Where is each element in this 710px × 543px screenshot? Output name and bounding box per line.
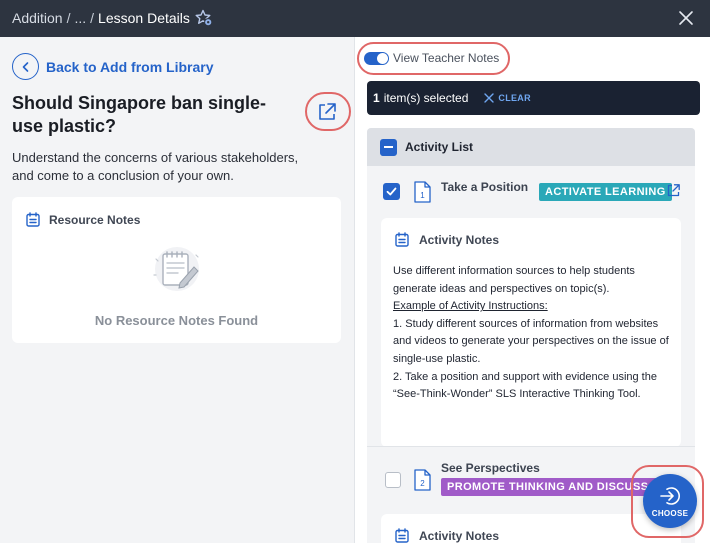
notes-example-heading: Example of Activity Instructions:: [393, 300, 548, 313]
highlight-ring-open-lesson: [305, 92, 351, 131]
activity-checkbox-checked[interactable]: [383, 183, 400, 200]
item-divider: [367, 446, 695, 447]
empty-state-text: No Resource Notes Found: [94, 313, 259, 328]
x-icon: [484, 93, 495, 103]
breadcrumb: Addition / ... / Lesson Details: [12, 10, 190, 26]
selection-bar: 1 item(s) selected CLEAR: [367, 81, 700, 115]
back-to-library-link[interactable]: Back to Add from Library: [12, 53, 214, 80]
notes-icon: [26, 212, 40, 227]
activity-notes-body: Use different information sources to hel…: [393, 263, 678, 404]
activity-number: 1: [420, 191, 425, 200]
document-icon: 1: [414, 181, 431, 203]
notes-step-2: 2. Take a position and support with evid…: [393, 370, 657, 401]
lesson-description: Understand the concerns of various stake…: [12, 150, 299, 183]
activity-checkbox-unchecked[interactable]: [385, 472, 401, 488]
breadcrumb-item-addition[interactable]: Addition: [12, 10, 63, 26]
resource-notes-header: Resource Notes: [26, 212, 140, 227]
close-icon[interactable]: [677, 9, 695, 27]
external-link-icon[interactable]: [666, 183, 681, 198]
activity-notes-header: Activity Notes: [395, 232, 499, 247]
clear-label[interactable]: CLEAR: [498, 93, 531, 103]
breadcrumb-item-ellipsis[interactable]: ...: [74, 10, 86, 26]
chevron-left-icon: [22, 61, 28, 72]
empty-notes-illustration: [153, 247, 199, 291]
lesson-details-pane: Back to Add from Library Should Singapor…: [0, 37, 354, 543]
activity-number: 2: [420, 479, 425, 488]
highlight-ring-toggle: [357, 42, 510, 75]
resource-notes-card: Resource Notes No Resource Notes Found: [12, 197, 341, 343]
star-settings-icon[interactable]: [195, 9, 213, 27]
back-link-label[interactable]: Back to Add from Library: [46, 59, 214, 75]
notes-icon: [395, 528, 409, 543]
highlight-ring-choose: [631, 465, 704, 538]
checkmark-icon: [386, 187, 397, 196]
breadcrumb-item-current: Lesson Details: [98, 10, 190, 26]
document-icon: 2: [414, 469, 431, 491]
activity-list-header: Activity List: [367, 128, 695, 166]
activity-list-label: Activity List: [405, 140, 474, 154]
activity-title[interactable]: See Perspectives: [441, 461, 540, 475]
breadcrumb-separator: /: [66, 10, 71, 26]
notes-step-1: 1. Study different sources of informatio…: [393, 317, 669, 365]
resource-notes-label: Resource Notes: [49, 212, 141, 227]
deselect-all-checkbox[interactable]: [380, 138, 397, 156]
breadcrumb-separator: /: [90, 10, 95, 26]
back-button[interactable]: [12, 53, 39, 80]
dialog-header: Addition / ... / Lesson Details: [0, 0, 710, 37]
activity-notes-header: Activity Notes: [395, 528, 499, 543]
minus-icon: [384, 146, 393, 148]
lesson-title: Should Singapore ban single-use plastic?: [12, 93, 267, 136]
selected-text: item(s) selected: [383, 91, 469, 105]
activity-tag: ACTIVATE LEARNING: [539, 183, 672, 201]
activity-notes-card: Activity Notes Use different information…: [381, 218, 681, 447]
selected-count: 1: [373, 91, 380, 105]
clear-selection-button[interactable]: CLEAR: [483, 92, 531, 104]
activity-notes-label: Activity Notes: [419, 232, 500, 247]
notes-intro: Use different information sources to hel…: [393, 265, 635, 295]
activity-title[interactable]: Take a Position: [441, 180, 528, 194]
notes-icon: [395, 232, 409, 247]
activity-notes-label: Activity Notes: [419, 528, 500, 543]
